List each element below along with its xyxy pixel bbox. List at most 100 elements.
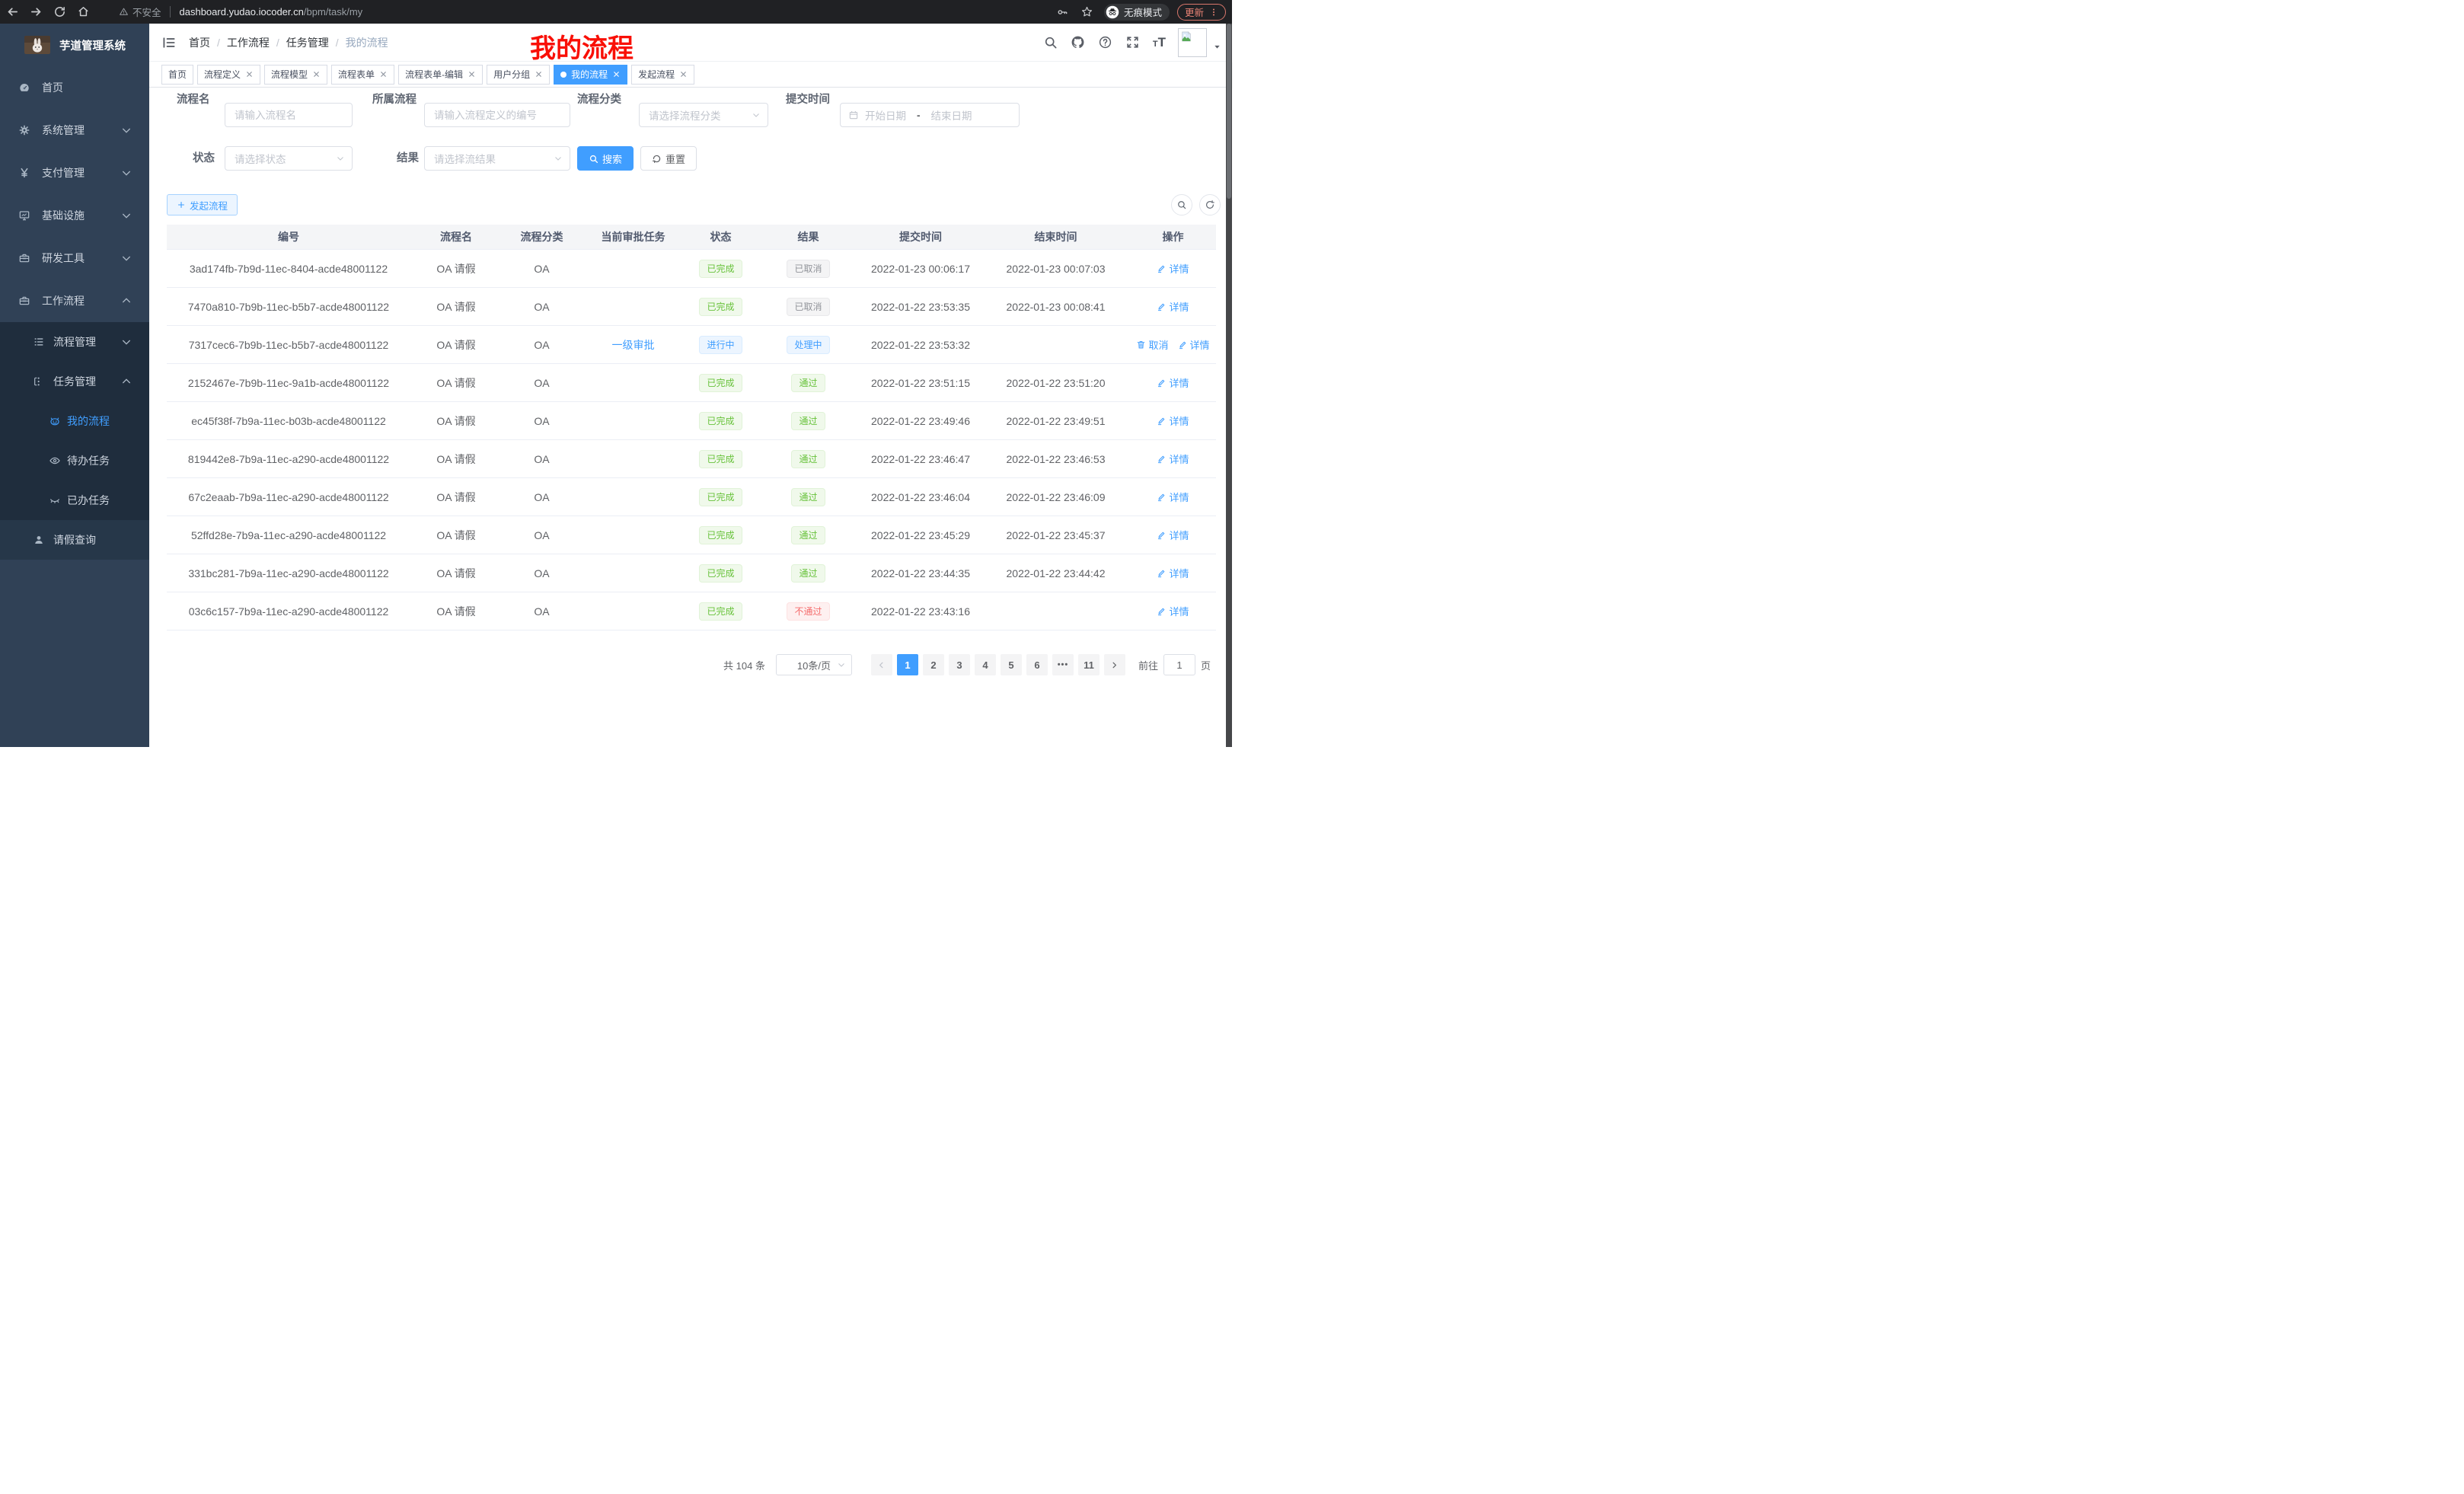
sidebar-item[interactable]: 任务管理 bbox=[0, 362, 149, 401]
page-button[interactable]: 4 bbox=[975, 654, 996, 675]
forward-icon[interactable] bbox=[30, 5, 43, 18]
process-definition-input[interactable] bbox=[424, 103, 570, 127]
detail-action-button[interactable]: 详情 bbox=[1178, 337, 1210, 352]
chevron-down-icon bbox=[837, 660, 846, 669]
github-icon[interactable] bbox=[1071, 35, 1085, 49]
back-icon[interactable] bbox=[6, 5, 19, 18]
detail-action-button[interactable]: 详情 bbox=[1157, 375, 1189, 390]
sidebar-item[interactable]: 流程管理 bbox=[0, 322, 149, 362]
reload-icon[interactable] bbox=[53, 5, 66, 18]
hamburger-icon[interactable] bbox=[161, 35, 177, 50]
tag-item[interactable]: 首页 bbox=[161, 65, 193, 85]
toggle-search-button[interactable] bbox=[1171, 194, 1192, 215]
tag-item[interactable]: 流程表单 bbox=[331, 65, 394, 85]
search-button[interactable]: 搜索 bbox=[577, 146, 634, 171]
sidebar-item[interactable]: 研发工具 bbox=[0, 237, 149, 279]
cell-process-name: OA 请假 bbox=[410, 326, 502, 363]
cell-result: 通过 bbox=[757, 440, 860, 477]
current-task-link[interactable]: 一级审批 bbox=[612, 337, 655, 353]
result-badge: 通过 bbox=[791, 374, 825, 392]
cell-actions: 详情 bbox=[1130, 516, 1216, 554]
sidebar-item[interactable]: 我的流程 bbox=[0, 401, 149, 441]
page-button[interactable]: 11 bbox=[1078, 654, 1100, 675]
page-button[interactable]: 2 bbox=[923, 654, 944, 675]
cancel-action-button[interactable]: 取消 bbox=[1136, 337, 1168, 352]
update-button[interactable]: 更新 bbox=[1177, 4, 1226, 21]
sidebar-item[interactable]: 支付管理 bbox=[0, 152, 149, 194]
tag-item[interactable]: 用户分组 bbox=[487, 65, 550, 85]
tag-item[interactable]: 流程模型 bbox=[264, 65, 327, 85]
browser-scrollbar[interactable] bbox=[1226, 24, 1232, 747]
table-row: 3ad174fb-7b9d-11ec-8404-acde48001122OA 请… bbox=[167, 250, 1216, 288]
scrollbar-thumb[interactable] bbox=[1227, 24, 1231, 199]
detail-action-button[interactable]: 详情 bbox=[1157, 528, 1189, 542]
detail-action-button[interactable]: 详情 bbox=[1157, 490, 1189, 504]
site-security[interactable]: 不安全 bbox=[119, 5, 161, 19]
search-icon[interactable] bbox=[1043, 35, 1058, 49]
page-button[interactable]: 6 bbox=[1026, 654, 1048, 675]
reset-button[interactable]: 重置 bbox=[640, 146, 697, 171]
avatar[interactable] bbox=[1178, 28, 1207, 57]
tag-item[interactable]: 流程表单-编辑 bbox=[398, 65, 483, 85]
password-key-icon[interactable] bbox=[1056, 6, 1068, 18]
result-badge: 处理中 bbox=[787, 336, 829, 354]
page-size-select[interactable]: 10条/页 bbox=[776, 654, 852, 675]
detail-action-button[interactable]: 详情 bbox=[1157, 604, 1189, 618]
browser-menu-icon[interactable] bbox=[1209, 8, 1218, 17]
end-date-placeholder[interactable]: 结束日期 bbox=[931, 107, 972, 123]
submit-time-range-picker[interactable]: 开始日期 - 结束日期 bbox=[840, 103, 1020, 127]
url-path[interactable]: /bpm/task/my bbox=[304, 6, 362, 18]
start-date-placeholder[interactable]: 开始日期 bbox=[865, 107, 906, 123]
tag-active[interactable]: 我的流程 bbox=[554, 65, 627, 85]
filter-label-result: 结果 bbox=[397, 146, 419, 171]
page-button[interactable]: 1 bbox=[897, 654, 918, 675]
page-button[interactable]: 3 bbox=[949, 654, 970, 675]
category-select[interactable]: 请选择流程分类 bbox=[639, 103, 768, 127]
caret-down-icon[interactable] bbox=[1213, 43, 1221, 51]
cell-actions: 详情 bbox=[1130, 478, 1216, 516]
sidebar-item[interactable]: 待办任务 bbox=[0, 441, 149, 480]
sidebar-item-label: 工作流程 bbox=[42, 293, 85, 308]
sidebar-item[interactable]: 工作流程 bbox=[0, 279, 149, 322]
tag-item[interactable]: 流程定义 bbox=[197, 65, 260, 85]
sidebar-item[interactable]: 请假查询 bbox=[0, 520, 149, 560]
cell-submit-time: 2022-01-22 23:43:16 bbox=[860, 592, 981, 630]
create-process-button[interactable]: 发起流程 bbox=[167, 194, 238, 215]
page-button[interactable]: 5 bbox=[1001, 654, 1022, 675]
sidebar-item[interactable]: 已办任务 bbox=[0, 480, 149, 520]
breadcrumb-item[interactable]: 首页 bbox=[189, 35, 210, 50]
detail-action-button[interactable]: 详情 bbox=[1157, 413, 1189, 428]
cell-process-name: OA 请假 bbox=[410, 592, 502, 630]
status-select[interactable]: 请选择状态 bbox=[225, 146, 353, 171]
result-select[interactable]: 请选择流结果 bbox=[424, 146, 570, 171]
home-icon[interactable] bbox=[77, 5, 90, 18]
detail-action-button[interactable]: 详情 bbox=[1157, 566, 1189, 580]
font-size-icon[interactable]: TT bbox=[1153, 35, 1166, 50]
detail-action-button[interactable]: 详情 bbox=[1157, 299, 1189, 314]
status-badge: 已完成 bbox=[699, 602, 742, 621]
page-ellipsis[interactable]: ••• bbox=[1052, 654, 1074, 675]
next-page-button[interactable] bbox=[1104, 654, 1125, 675]
process-name-input[interactable] bbox=[225, 103, 353, 127]
prev-page-button[interactable] bbox=[871, 654, 892, 675]
app-logo[interactable]: 芋道管理系统 bbox=[0, 24, 149, 66]
detail-action-button[interactable]: 详情 bbox=[1157, 452, 1189, 466]
breadcrumb-item[interactable]: 工作流程 bbox=[227, 35, 270, 50]
url-host[interactable]: dashboard.yudao.iocoder.cn bbox=[180, 6, 304, 18]
refresh-table-button[interactable] bbox=[1199, 194, 1221, 215]
bookmark-star-icon[interactable] bbox=[1080, 5, 1093, 18]
sidebar-item[interactable]: 系统管理 bbox=[0, 109, 149, 152]
sidebar-item[interactable]: 首页 bbox=[0, 66, 149, 109]
breadcrumb-item[interactable]: 任务管理 bbox=[286, 35, 329, 50]
status-badge: 已完成 bbox=[699, 488, 742, 506]
cell-category: OA bbox=[502, 364, 582, 401]
goto-page-input[interactable] bbox=[1163, 654, 1195, 675]
fullscreen-icon[interactable] bbox=[1125, 35, 1140, 49]
status-badge: 已完成 bbox=[699, 412, 742, 430]
sidebar-item[interactable]: 基础设施 bbox=[0, 194, 149, 237]
tag-item[interactable]: 发起流程 bbox=[631, 65, 694, 85]
detail-action-button[interactable]: 详情 bbox=[1157, 261, 1189, 276]
help-icon[interactable] bbox=[1098, 35, 1112, 49]
process-name-input-field[interactable] bbox=[225, 104, 352, 126]
process-definition-input-field[interactable] bbox=[425, 104, 570, 126]
